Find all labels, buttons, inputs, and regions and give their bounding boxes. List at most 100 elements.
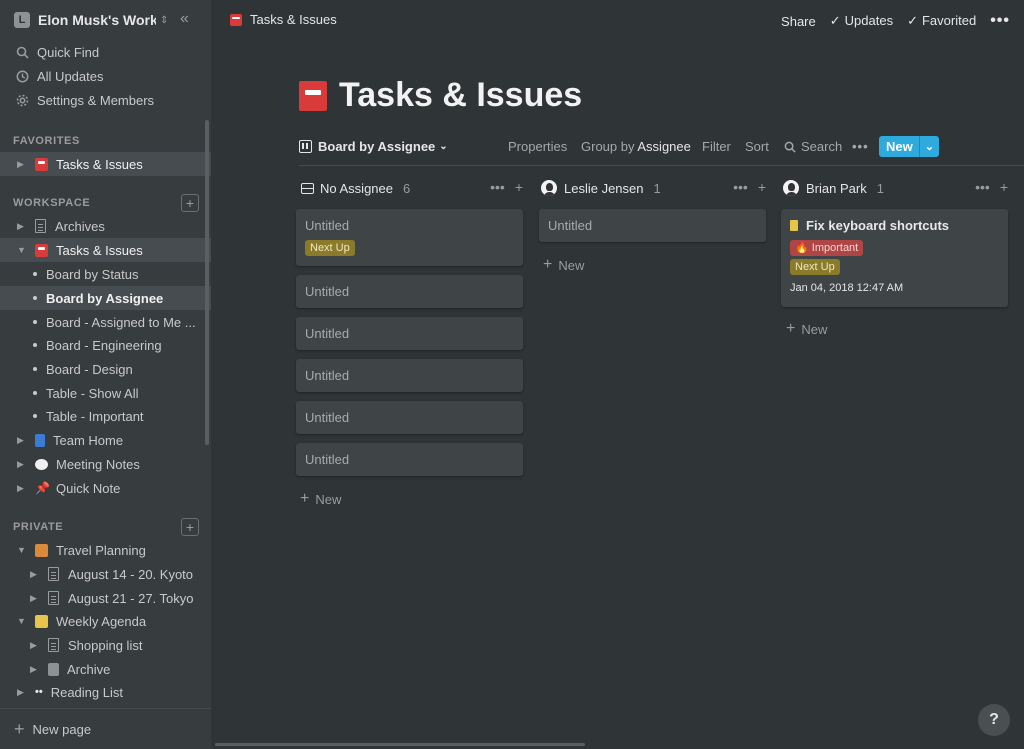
horizontal-scrollbar[interactable] bbox=[215, 743, 585, 746]
sidebar-item-label: Weekly Agenda bbox=[56, 613, 147, 629]
expand-arrow-icon[interactable]: ▶ bbox=[17, 483, 27, 494]
board-card[interactable]: Untitled Next Up bbox=[296, 209, 523, 266]
sidebar-item-quick-note[interactable]: ▶ 📌 Quick Note bbox=[0, 476, 211, 500]
bullet-icon bbox=[33, 272, 37, 276]
sidebar-item-kyoto[interactable]: ▶ August 14 - 20. Kyoto bbox=[0, 562, 211, 586]
add-card-button[interactable]: + New bbox=[543, 256, 584, 274]
sidebar-item-tasks-issues[interactable]: ▼ Tasks & Issues bbox=[0, 238, 211, 262]
board-card[interactable]: Untitled bbox=[296, 359, 523, 392]
column-header[interactable]: No Assignee 6 ••• + bbox=[301, 176, 523, 200]
group-by-prefix: Group by bbox=[581, 139, 635, 154]
collapse-arrow-icon[interactable]: ▼ bbox=[17, 545, 27, 555]
all-updates-item[interactable]: All Updates bbox=[0, 64, 211, 88]
search-button[interactable]: Search bbox=[784, 139, 842, 154]
postbox-icon bbox=[35, 157, 48, 171]
favorited-button[interactable]: ✓ Favorited bbox=[907, 13, 976, 29]
add-private-page-button[interactable]: + bbox=[181, 518, 199, 536]
board-card[interactable]: Untitled bbox=[296, 443, 523, 476]
sidebar-item-shopping-list[interactable]: ▶ Shopping list bbox=[0, 633, 211, 657]
new-page-button[interactable]: + New page bbox=[0, 708, 211, 749]
breadcrumb-label: Tasks & Issues bbox=[250, 12, 337, 27]
glasses-icon: •• bbox=[35, 686, 43, 698]
sidebar-item-table-show-all[interactable]: Table - Show All bbox=[0, 381, 211, 405]
column-header[interactable]: Brian Park 1 ••• + bbox=[782, 176, 1008, 200]
add-card-button[interactable]: + New bbox=[300, 490, 341, 508]
add-workspace-page-button[interactable]: + bbox=[181, 194, 199, 212]
collapse-sidebar-icon[interactable]: « bbox=[180, 10, 189, 28]
help-button[interactable]: ? bbox=[978, 704, 1010, 736]
view-selector[interactable]: Board by Assignee ⌄ bbox=[299, 139, 448, 154]
sidebar-item-board-by-status[interactable]: Board by Status bbox=[0, 262, 211, 286]
expand-arrow-icon[interactable]: ▶ bbox=[17, 159, 27, 170]
expand-arrow-icon[interactable]: ▶ bbox=[30, 593, 40, 604]
sidebar-item-table-important[interactable]: Table - Important bbox=[0, 404, 211, 428]
search-icon bbox=[784, 141, 796, 153]
sidebar-item-board-by-assignee[interactable]: Board by Assignee bbox=[0, 286, 211, 310]
sidebar-item-label: Table - Important bbox=[46, 408, 144, 424]
add-icon[interactable]: + bbox=[758, 179, 766, 195]
view-more-icon[interactable]: ••• bbox=[852, 139, 869, 154]
more-icon[interactable]: ••• bbox=[975, 179, 990, 195]
expand-arrow-icon[interactable]: ▶ bbox=[17, 459, 27, 470]
view-toolbar: Board by Assignee ⌄ Properties Group by … bbox=[299, 134, 1024, 166]
expand-arrow-icon[interactable]: ▶ bbox=[30, 664, 40, 675]
chevron-down-icon[interactable]: ⌄ bbox=[919, 136, 939, 157]
expand-arrow-icon[interactable]: ▶ bbox=[17, 435, 27, 446]
plus-icon: + bbox=[786, 320, 796, 337]
add-new-label: New bbox=[801, 321, 828, 337]
page-icon bbox=[48, 567, 59, 581]
sidebar-item-weekly-agenda[interactable]: ▼ Weekly Agenda bbox=[0, 609, 211, 633]
private-section-label: PRIVATE bbox=[13, 521, 64, 533]
sidebar-item-board-assigned-to-me[interactable]: Board - Assigned to Me ... bbox=[0, 310, 211, 334]
settings-members-item[interactable]: Settings & Members bbox=[0, 88, 211, 112]
filter-button[interactable]: Filter bbox=[702, 139, 731, 154]
expand-arrow-icon[interactable]: ▶ bbox=[30, 569, 40, 580]
collapse-arrow-icon[interactable]: ▼ bbox=[17, 616, 27, 626]
column-header[interactable]: Leslie Jensen 1 ••• + bbox=[540, 176, 766, 200]
board-icon bbox=[299, 140, 312, 153]
board-card[interactable]: Untitled bbox=[296, 275, 523, 308]
quick-find-item[interactable]: Quick Find bbox=[0, 40, 211, 64]
card-title-row: Fix keyboard shortcuts bbox=[790, 218, 999, 233]
expand-arrow-icon[interactable]: ▶ bbox=[17, 221, 27, 232]
share-button[interactable]: Share bbox=[781, 14, 816, 29]
collapse-arrow-icon[interactable]: ▼ bbox=[17, 245, 27, 255]
board-card[interactable]: Untitled bbox=[296, 317, 523, 350]
chevron-updown-icon: ⇕ bbox=[160, 14, 169, 26]
check-icon: ✓ bbox=[829, 13, 841, 28]
favorite-tasks-issues[interactable]: ▶ Tasks & Issues bbox=[0, 152, 211, 176]
more-icon[interactable]: ••• bbox=[490, 179, 505, 195]
sidebar-item-label: Archives bbox=[55, 218, 105, 234]
travel-icon bbox=[35, 543, 48, 557]
expand-arrow-icon[interactable]: ▶ bbox=[17, 687, 27, 698]
sidebar-item-meeting-notes[interactable]: ▶ Meeting Notes bbox=[0, 452, 211, 476]
sidebar-item-board-engineering[interactable]: Board - Engineering bbox=[0, 333, 211, 357]
more-icon[interactable]: ••• bbox=[733, 179, 748, 195]
page-title[interactable]: Tasks & Issues bbox=[339, 76, 582, 115]
board-card[interactable]: Untitled bbox=[296, 401, 523, 434]
board-card[interactable]: Untitled bbox=[539, 209, 766, 242]
breadcrumb[interactable]: Tasks & Issues bbox=[230, 12, 337, 27]
more-options-icon[interactable]: ••• bbox=[990, 12, 1010, 30]
add-icon[interactable]: + bbox=[1000, 179, 1008, 195]
expand-arrow-icon[interactable]: ▶ bbox=[30, 640, 40, 651]
sidebar-item-tokyo[interactable]: ▶ August 21 - 27. Tokyo bbox=[0, 586, 211, 610]
board-card[interactable]: Fix keyboard shortcuts 🔥 Important Next … bbox=[781, 209, 1008, 307]
sidebar-item-team-home[interactable]: ▶ Team Home bbox=[0, 428, 211, 452]
sidebar-item-archive[interactable]: ▶ Archive bbox=[0, 657, 211, 681]
postbox-icon[interactable] bbox=[299, 80, 327, 111]
sidebar-item-archives[interactable]: ▶ Archives bbox=[0, 214, 211, 238]
updates-button[interactable]: ✓ Updates bbox=[830, 13, 893, 29]
sidebar-item-travel-planning[interactable]: ▼ Travel Planning bbox=[0, 538, 211, 562]
group-by-button[interactable]: Group by Assignee bbox=[581, 139, 691, 154]
favorite-tasks-issues-label: Tasks & Issues bbox=[56, 156, 143, 172]
properties-button[interactable]: Properties bbox=[508, 139, 567, 154]
sidebar-scrollbar[interactable] bbox=[205, 120, 209, 445]
sidebar-item-reading-list[interactable]: ▶ •• Reading List bbox=[0, 680, 211, 704]
sidebar-item-board-design[interactable]: Board - Design bbox=[0, 357, 211, 381]
column-title: Leslie Jensen bbox=[564, 180, 644, 196]
add-card-button[interactable]: + New bbox=[786, 320, 827, 338]
sort-button[interactable]: Sort bbox=[745, 139, 769, 154]
add-icon[interactable]: + bbox=[515, 179, 523, 195]
new-item-button[interactable]: New ⌄ bbox=[879, 136, 939, 157]
